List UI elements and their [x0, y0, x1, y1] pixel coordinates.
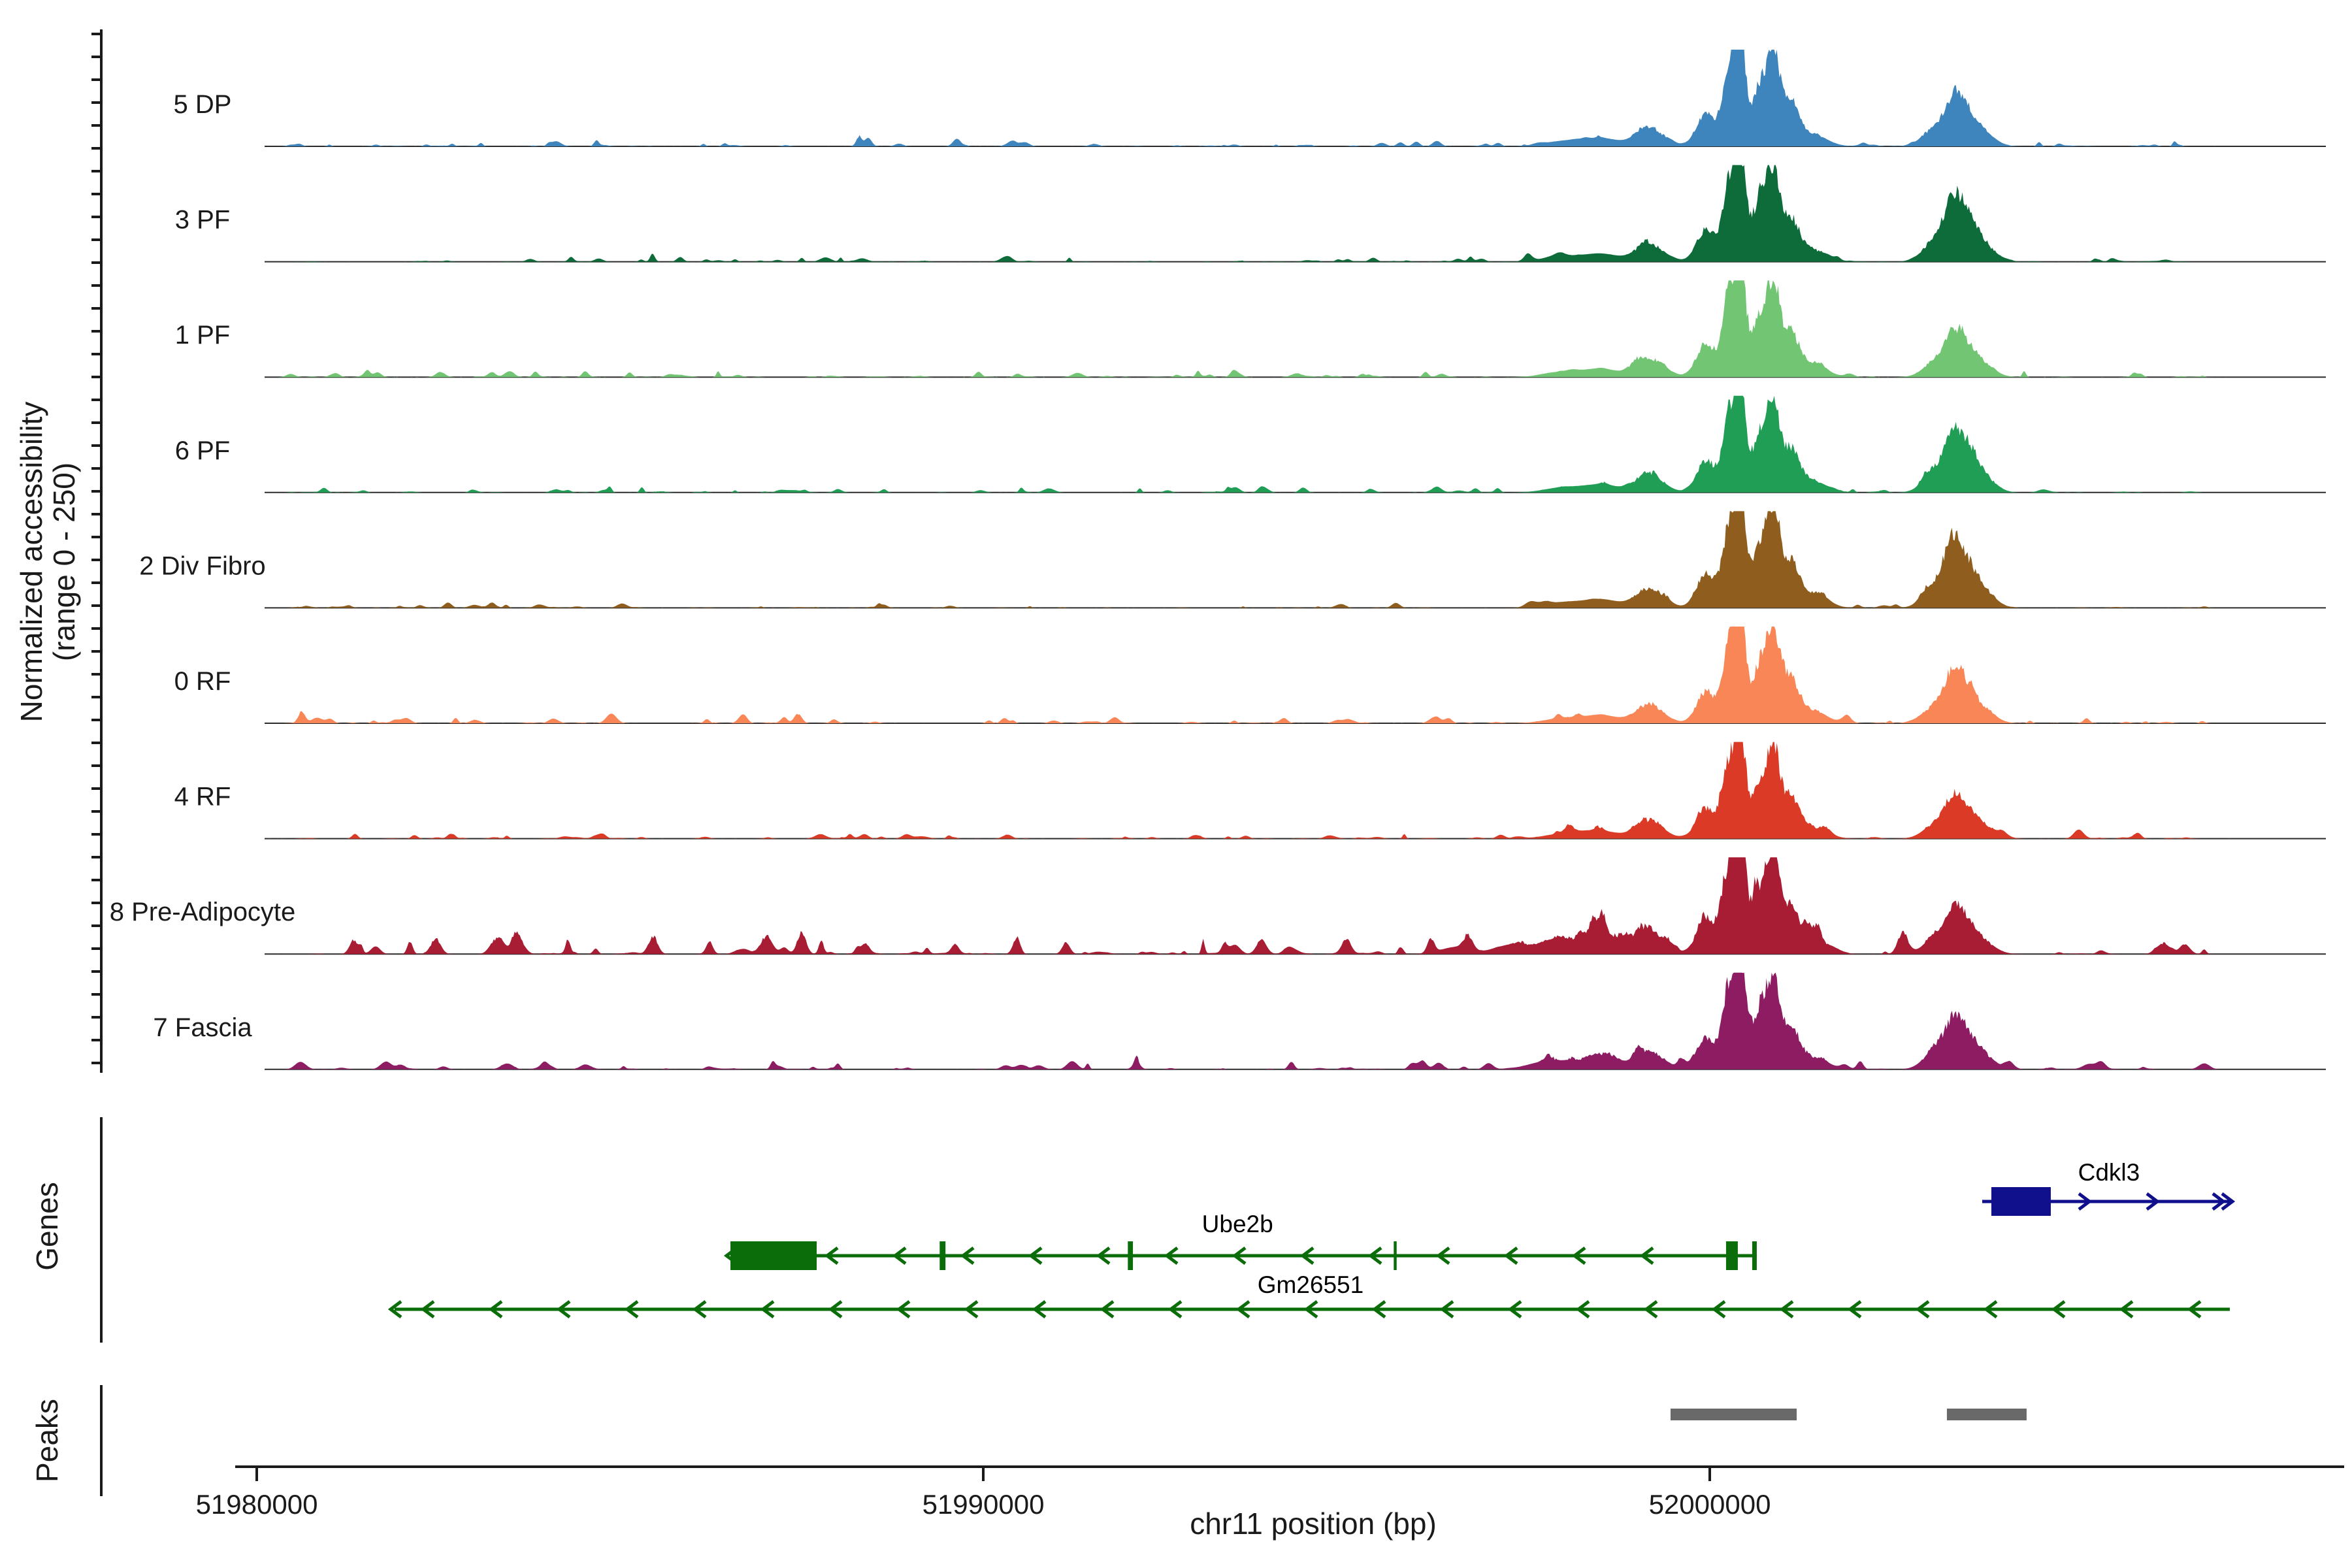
x-axis-tick-label: 51990000 — [923, 1489, 1045, 1520]
coverage-track-6-pf — [268, 396, 2230, 493]
gene-exon — [939, 1241, 945, 1270]
gene-name-label: Ube2b — [1202, 1211, 1273, 1237]
peak-bar — [1947, 1409, 2027, 1420]
track-label: 1 PF — [175, 321, 230, 350]
track-label: 5 DP — [174, 90, 232, 119]
gene-exon — [1128, 1241, 1133, 1270]
gene-model-gm26551: Gm26551 — [391, 1271, 2230, 1317]
gene-model-cdkl3: Cdkl3 — [1982, 1159, 2232, 1216]
gene-name-label: Gm26551 — [1258, 1271, 1364, 1298]
gene-exon — [1752, 1241, 1757, 1270]
coverage-track-7-fascia — [268, 973, 2230, 1070]
coverage-plot-figure: Normalized accessibility(range 0 - 250) G… — [0, 0, 2352, 1568]
coverage-track-5-dp — [268, 50, 2230, 146]
genes-section-label: Genes — [30, 1182, 64, 1271]
plot-svg: Normalized accessibility(range 0 - 250) G… — [0, 0, 2352, 1568]
gene-model-ube2b: Ube2b — [727, 1211, 1757, 1270]
gene-exon — [1394, 1241, 1396, 1270]
gene-exon — [730, 1241, 817, 1270]
coverage-track-0-rf — [268, 627, 2230, 723]
y-axis-label-line1: Normalized accessibility — [14, 402, 48, 723]
peaks-section-label: Peaks — [30, 1399, 64, 1482]
track-label: 0 RF — [174, 667, 231, 696]
track-label: 4 RF — [174, 783, 231, 811]
y-axis-label-line2: (range 0 - 250) — [47, 463, 81, 661]
coverage-track-2-div-fibro — [268, 511, 2230, 608]
gene-exon — [1991, 1187, 2051, 1216]
x-axis-title: chr11 position (bp) — [1190, 1507, 1437, 1541]
gene-exon — [1726, 1241, 1738, 1270]
coverage-track-8-pre-adipocyte — [268, 857, 2230, 954]
track-label: 2 Div Fibro — [139, 551, 265, 580]
track-label: 8 Pre-Adipocyte — [110, 898, 296, 926]
track-label: 3 PF — [175, 206, 230, 235]
track-label: 6 PF — [175, 436, 230, 465]
x-axis-tick-label: 52000000 — [1649, 1489, 1771, 1520]
coverage-track-4-rf — [268, 742, 2230, 839]
coverage-track-1-pf — [268, 280, 2230, 377]
coverage-track-3-pf — [268, 165, 2230, 262]
x-axis-tick-label: 51980000 — [196, 1489, 318, 1520]
peak-bar — [1671, 1409, 1797, 1420]
track-label: 7 Fascia — [153, 1013, 252, 1042]
gene-name-label: Cdkl3 — [2078, 1159, 2140, 1186]
